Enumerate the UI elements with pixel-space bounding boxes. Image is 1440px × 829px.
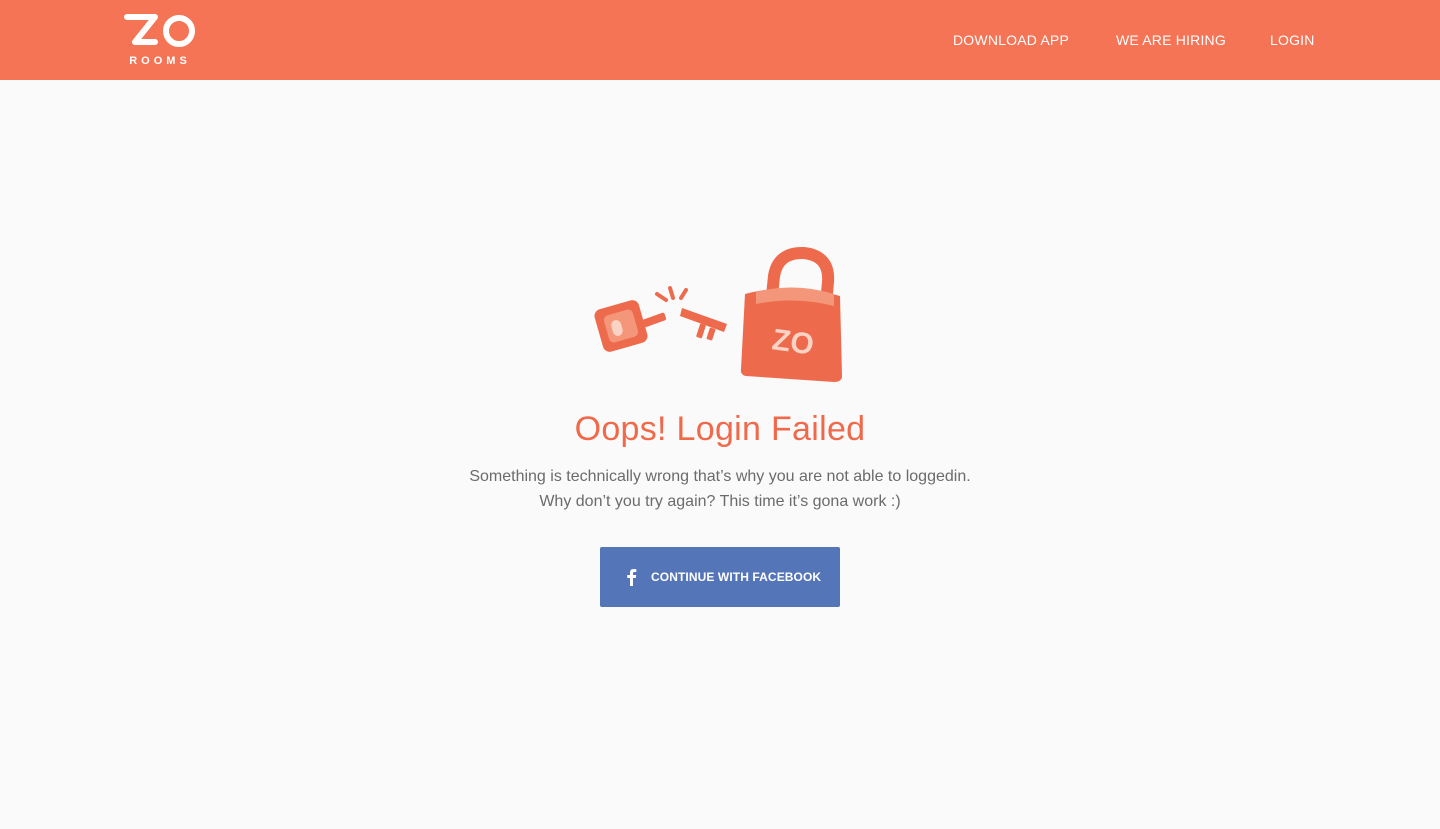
zo-rooms-logo[interactable]: ROOMS: [124, 14, 196, 66]
key-blade-icon: [680, 308, 727, 341]
logo-graphic: ROOMS: [124, 14, 195, 66]
nav-we-are-hiring[interactable]: WE ARE HIRING: [1116, 0, 1226, 80]
error-message-line-2: Why don’t you try again? This time it’s …: [539, 493, 901, 510]
break-spark-icon: [655, 286, 688, 302]
page-title: Oops! Login Failed: [574, 410, 866, 448]
nav-login[interactable]: LOGIN: [1270, 0, 1315, 80]
key-head-icon: [594, 300, 667, 352]
logo-rooms-text: ROOMS: [129, 55, 191, 66]
facebook-button-label: CONTINUE WITH FACEBOOK: [651, 570, 822, 584]
padlock-zo-text: ZO: [770, 323, 816, 361]
top-header: ROOMS DOWNLOAD APP WE ARE HIRING LOGIN: [0, 0, 1440, 80]
broken-key-padlock-illustration: ZO: [594, 246, 842, 382]
facebook-icon: [627, 569, 637, 586]
error-message-line-1: Something is technically wrong that’s wh…: [469, 468, 971, 485]
padlock-icon: ZO: [740, 246, 842, 382]
nav-download-app[interactable]: DOWNLOAD APP: [953, 0, 1069, 80]
continue-with-facebook-button[interactable]: CONTINUE WITH FACEBOOK: [600, 547, 840, 607]
